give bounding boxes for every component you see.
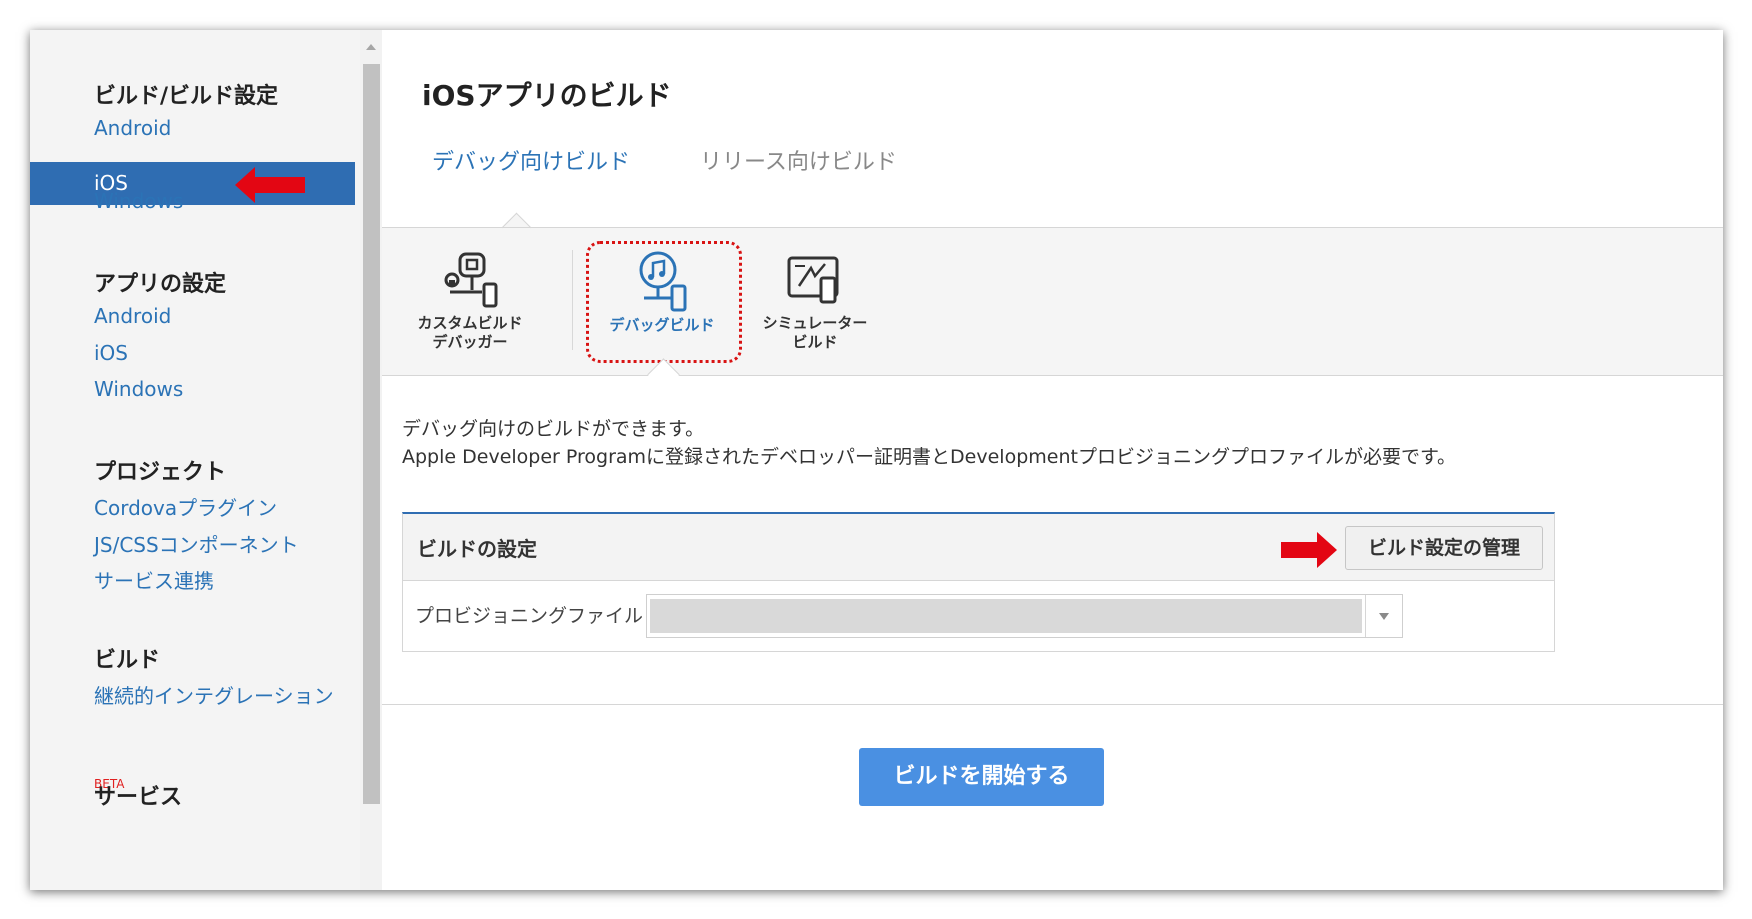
scroll-up-icon[interactable] <box>366 44 376 50</box>
build-type-simulator-build[interactable]: シミュレーター ビルド <box>760 250 870 352</box>
red-arrow-left-icon <box>235 167 305 203</box>
selection-highlight <box>586 241 742 363</box>
build-settings-header: ビルドの設定 ビルド設定の管理 <box>403 514 1554 581</box>
build-settings-box: ビルドの設定 ビルド設定の管理 プロビジョニングファイル <box>402 512 1555 652</box>
build-type-label-line1: カスタムビルド <box>417 314 523 332</box>
divider <box>572 250 573 350</box>
build-type-label-line1: シミュレーター <box>762 314 868 332</box>
sidebar-item-service-integration[interactable]: サービス連携 <box>94 565 214 594</box>
description-line-1: デバッグ向けのビルドができます。 <box>402 418 705 440</box>
sidebar-heading-build: ビルド <box>94 648 161 673</box>
page-title: iOSアプリのビルド <box>422 79 672 112</box>
sidebar-scrollbar[interactable] <box>360 30 382 890</box>
chevron-down-icon[interactable] <box>1365 595 1402 637</box>
build-type-custom-debugger[interactable]: カスタムビルド デバッガー <box>415 250 525 352</box>
tabs-divider <box>382 227 1723 228</box>
sidebar-item-continuous-integration[interactable]: 継続的インテグレーション <box>94 680 334 709</box>
sidebar-item-build-android[interactable]: Android <box>94 116 171 140</box>
sidebar: ビルド/ビルド設定 Android iOS Windows アプリの設定 And… <box>30 30 361 890</box>
scrollbar-thumb[interactable] <box>363 64 380 804</box>
sidebar-heading-app-settings: アプリの設定 <box>94 272 227 297</box>
provisioning-file-label: プロビジョニングファイル <box>415 605 644 627</box>
sidebar-heading-services: サービス <box>94 785 183 810</box>
sidebar-item-app-ios[interactable]: iOS <box>94 341 128 365</box>
sidebar-heading-build-settings: ビルド/ビルド設定 <box>94 84 279 109</box>
manage-build-settings-button[interactable]: ビルド設定の管理 <box>1345 526 1543 570</box>
sidebar-heading-project: プロジェクト <box>94 460 227 485</box>
sidebar-item-build-ios[interactable]: iOS <box>30 162 355 205</box>
description-line-2: Apple Developer Programに登録されたデベロッパー証明書とD… <box>402 446 1457 468</box>
app-window: ビルド/ビルド設定 Android iOS Windows アプリの設定 And… <box>30 30 1723 890</box>
sidebar-item-app-windows[interactable]: Windows <box>94 377 183 401</box>
footer-divider <box>382 704 1723 705</box>
build-type-panel: カスタムビルド デバッガー デバッグビルド シミュレーター ビルド <box>382 228 1723 376</box>
build-type-label-line2: ビルド <box>792 333 838 351</box>
simulator-build-icon <box>787 256 839 304</box>
red-arrow-right-icon <box>1281 532 1337 568</box>
build-settings-title: ビルドの設定 <box>417 537 537 561</box>
start-build-button[interactable]: ビルドを開始する <box>859 748 1104 806</box>
sidebar-item-js-css-components[interactable]: JS/CSSコンポーネント <box>94 529 299 558</box>
sidebar-item-app-android[interactable]: Android <box>94 304 171 328</box>
build-type-label-line2: デバッガー <box>432 333 508 351</box>
main-content: iOSアプリのビルド デバッグ向けビルド リリース向けビルド カスタムビルド デ… <box>382 30 1723 890</box>
sidebar-item-cordova-plugin[interactable]: Cordovaプラグイン <box>94 492 277 521</box>
custom-build-debugger-icon <box>444 252 498 308</box>
build-description: デバッグ向けのビルドができます。 Apple Developer Program… <box>402 415 1456 471</box>
provisioning-file-value <box>650 599 1362 633</box>
tab-debug-build[interactable]: デバッグ向けビルド <box>432 144 630 176</box>
sidebar-item-build-windows[interactable]: Windows <box>94 189 183 213</box>
tab-release-build[interactable]: リリース向けビルド <box>700 144 897 176</box>
provisioning-file-select[interactable] <box>646 594 1403 638</box>
